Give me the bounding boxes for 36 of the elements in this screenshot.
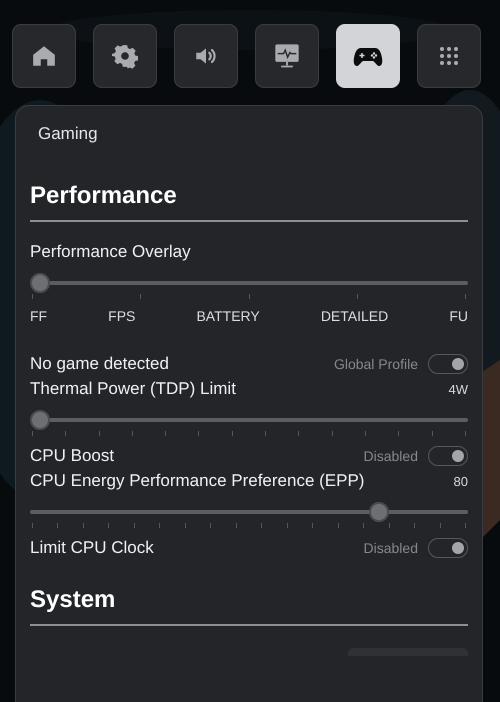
setting-label: CPU Boost <box>30 446 114 466</box>
section-heading: Performance <box>30 182 177 210</box>
panel-title: Gaming <box>38 124 98 144</box>
setting-label: CPU Energy Performance Preference (EPP) <box>30 471 364 491</box>
tab-button[interactable] <box>417 24 481 88</box>
status-text: Disabled <box>364 540 418 556</box>
option-label: FU <box>449 308 468 324</box>
apps-grid-icon <box>439 46 459 66</box>
slider-thumb[interactable] <box>30 410 50 430</box>
toggle-switch[interactable] <box>428 538 468 558</box>
status-text: Global Profile <box>334 356 418 372</box>
option-label: FPS <box>108 308 136 324</box>
tab-button[interactable] <box>93 24 157 88</box>
settings-icon <box>112 43 138 69</box>
slider-thumb[interactable] <box>368 502 389 522</box>
value-text: 4W <box>448 382 468 396</box>
value-text: 80 <box>454 474 468 488</box>
tab-button[interactable] <box>255 24 319 88</box>
section-heading: System <box>30 586 116 614</box>
option-label: BATTERY <box>196 308 260 324</box>
setting-label: Thermal Power (TDP) Limit <box>30 379 236 399</box>
setting-label: Limit CPU Clock <box>30 538 154 558</box>
setting-label: Performance Overlay <box>30 242 192 262</box>
slider-thumb[interactable] <box>30 273 50 293</box>
tab-button[interactable] <box>12 24 76 88</box>
slider[interactable] <box>30 272 468 294</box>
tab-button[interactable] <box>174 24 238 88</box>
setting-label: No game detected <box>30 354 169 374</box>
toggle-switch[interactable] <box>428 354 468 374</box>
slider[interactable] <box>30 501 468 523</box>
status-text: Disabled <box>364 448 418 464</box>
option-label: FF <box>30 308 48 324</box>
monitor-icon <box>273 42 301 70</box>
slider[interactable] <box>30 409 468 431</box>
option-label: DETAILED <box>320 308 388 324</box>
toggle-switch[interactable] <box>428 446 468 466</box>
